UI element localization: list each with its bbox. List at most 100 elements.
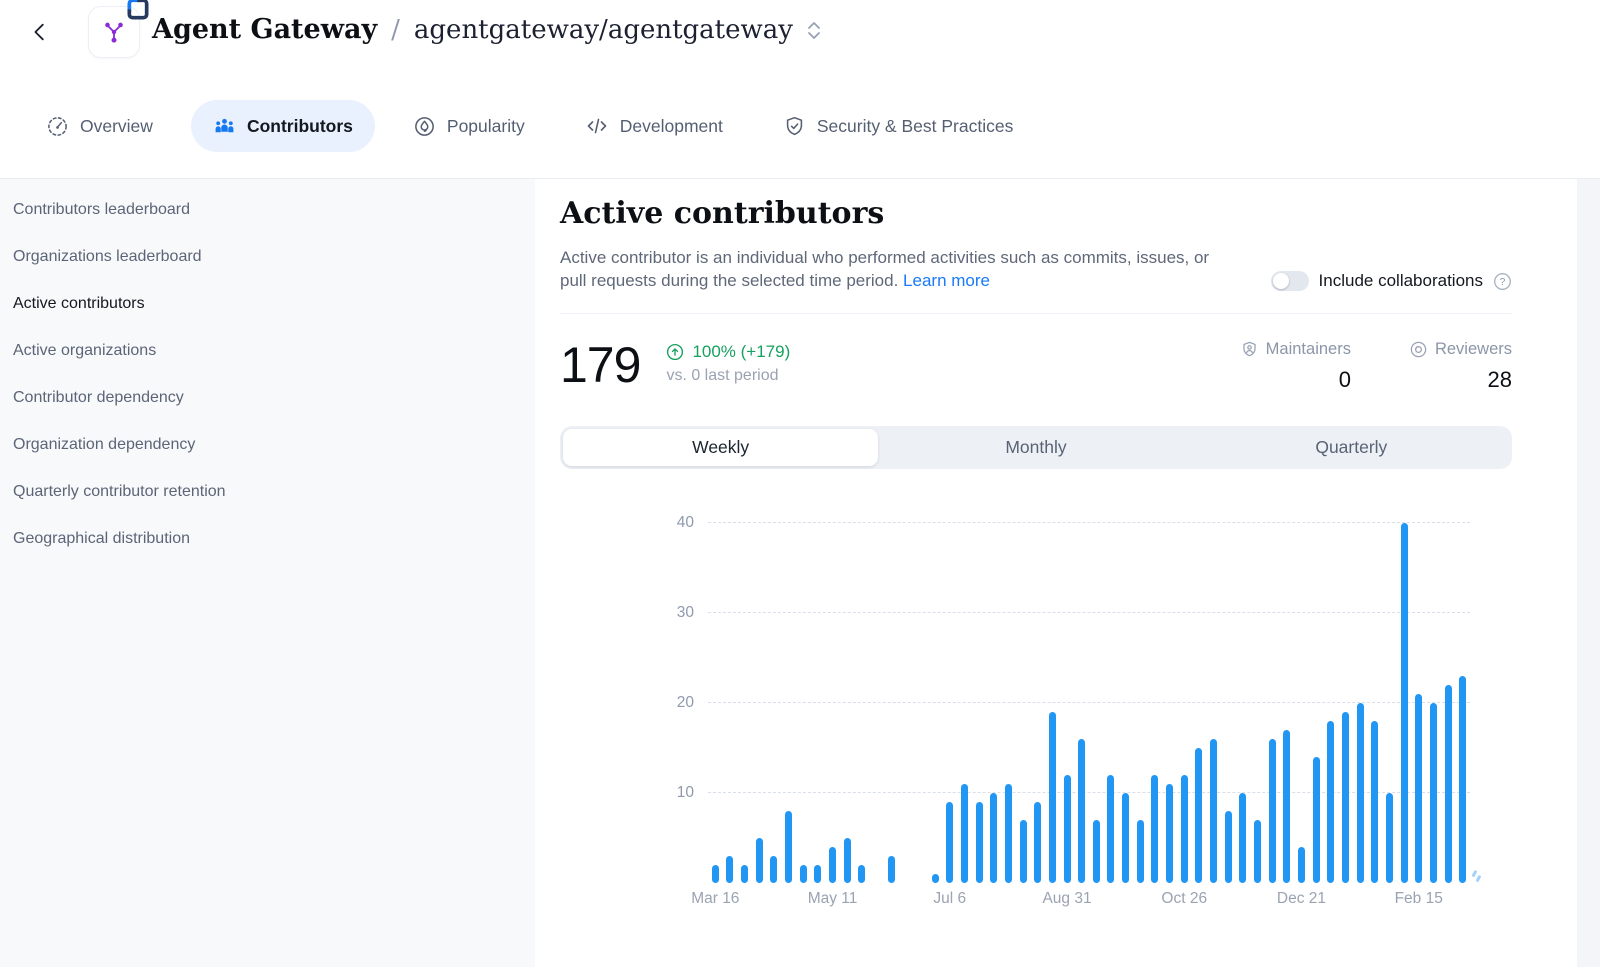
bar-week-46[interactable]: [1386, 793, 1393, 883]
sidebar-item-geographical-distribution[interactable]: Geographical distribution: [13, 530, 535, 548]
tab-development[interactable]: Development: [563, 100, 745, 152]
bar-week-31[interactable]: [1166, 784, 1173, 883]
bar-week-5[interactable]: [785, 811, 792, 883]
x-axis-tick: Mar 16: [691, 890, 739, 908]
bar-week-18[interactable]: [976, 802, 983, 883]
bar-week-4[interactable]: [770, 856, 777, 883]
sidebar-item-quarterly-contributor-retention[interactable]: Quarterly contributor retention: [13, 483, 535, 501]
repo-selector-button[interactable]: [807, 19, 821, 40]
bar-week-1[interactable]: [726, 856, 733, 883]
bar-week-23[interactable]: [1049, 712, 1056, 883]
bar-week-25[interactable]: [1078, 739, 1085, 883]
bar-week-42[interactable]: [1327, 721, 1334, 883]
scrollbar-gutter: [1577, 179, 1600, 967]
sidebar: Contributors leaderboard Organizations l…: [0, 179, 535, 967]
bar-week-33[interactable]: [1195, 748, 1202, 883]
expand-square-icon: [125, 0, 151, 27]
bar-week-40[interactable]: [1298, 847, 1305, 883]
y-axis-tick: 30: [677, 604, 694, 622]
bar-week-3[interactable]: [756, 838, 763, 883]
main-panel: Active contributors Active contributor i…: [535, 179, 1600, 967]
period-tab-monthly[interactable]: Monthly: [878, 429, 1193, 466]
tab-contributors[interactable]: Contributors: [191, 100, 375, 152]
bar-week-8[interactable]: [829, 847, 836, 883]
bar-week-22[interactable]: [1034, 802, 1041, 883]
period-tab-quarterly[interactable]: Quarterly: [1194, 429, 1509, 466]
x-axis-tick: Dec 21: [1277, 890, 1326, 908]
sidebar-item-active-organizations[interactable]: Active organizations: [13, 342, 535, 360]
bar-week-20[interactable]: [1005, 784, 1012, 883]
reviewers-value: 28: [1488, 367, 1512, 393]
gridline-40: 40: [708, 522, 1470, 523]
bar-week-44[interactable]: [1357, 703, 1364, 883]
sidebar-item-organizations-leaderboard[interactable]: Organizations leaderboard: [13, 248, 535, 266]
bar-week-38[interactable]: [1269, 739, 1276, 883]
bar-week-45[interactable]: [1371, 721, 1378, 883]
sidebar-item-contributors-leaderboard[interactable]: Contributors leaderboard: [13, 201, 535, 219]
bar-week-29[interactable]: [1137, 820, 1144, 883]
y-axis-tick: 10: [677, 784, 694, 802]
tab-popularity[interactable]: Popularity: [391, 100, 547, 152]
breadcrumb-separator: /: [391, 15, 400, 45]
tab-overview[interactable]: Overview: [24, 100, 175, 152]
bar-week-26[interactable]: [1093, 820, 1100, 883]
gridline-10: 10: [708, 792, 1470, 793]
repo-name: agentgateway/agentgateway: [414, 15, 793, 45]
toggle-knob: [1273, 273, 1289, 289]
help-icon[interactable]: ?: [1493, 272, 1512, 291]
bar-week-34[interactable]: [1210, 739, 1217, 883]
tab-label: Development: [620, 116, 723, 137]
sidebar-item-contributor-dependency[interactable]: Contributor dependency: [13, 389, 535, 407]
bar-week-19[interactable]: [990, 793, 997, 883]
learn-more-link[interactable]: Learn more: [903, 271, 990, 290]
tab-label: Overview: [80, 116, 153, 137]
include-collaborations-toggle[interactable]: [1271, 271, 1309, 291]
product-title: Agent Gateway: [152, 14, 377, 45]
bar-week-48[interactable]: [1415, 694, 1422, 883]
bar-week-15[interactable]: [932, 874, 939, 883]
chevron-left-icon: [29, 21, 51, 43]
bar-week-50[interactable]: [1445, 685, 1452, 883]
bar-week-36[interactable]: [1239, 793, 1246, 883]
x-axis-tick: Oct 26: [1161, 890, 1207, 908]
gridline-30: 30: [708, 612, 1470, 613]
sidebar-item-organization-dependency[interactable]: Organization dependency: [13, 436, 535, 454]
tab-label: Popularity: [447, 116, 525, 137]
bar-week-10[interactable]: [858, 865, 865, 883]
active-contributors-chart: 10203040Mar 16May 11Jul 6Aug 31Oct 26Dec…: [560, 495, 1512, 905]
bar-week-30[interactable]: [1151, 775, 1158, 883]
bar-week-37[interactable]: [1254, 820, 1261, 883]
bar-week-43[interactable]: [1342, 712, 1349, 883]
include-collaborations-row: Include collaborations ?: [1271, 271, 1512, 291]
back-button[interactable]: [26, 18, 54, 46]
tab-security[interactable]: Security & Best Practices: [761, 100, 1035, 152]
bar-week-32[interactable]: [1181, 775, 1188, 883]
bar-week-2[interactable]: [741, 865, 748, 883]
x-axis-tick: Jul 6: [933, 890, 966, 908]
bar-week-51[interactable]: [1459, 676, 1466, 883]
maintainer-shield-icon: [1240, 340, 1259, 359]
bar-week-35[interactable]: [1225, 811, 1232, 883]
bar-week-24[interactable]: [1064, 775, 1071, 883]
bar-week-6[interactable]: [800, 865, 807, 883]
bar-week-47[interactable]: [1401, 523, 1408, 883]
bar-week-16[interactable]: [946, 802, 953, 883]
bar-week-49[interactable]: [1430, 703, 1437, 883]
bar-week-41[interactable]: [1313, 757, 1320, 883]
bar-week-39[interactable]: [1283, 730, 1290, 883]
bar-week-21[interactable]: [1020, 820, 1027, 883]
arrow-up-circle-icon: [666, 343, 684, 361]
reviewers-stat: Reviewers 28: [1409, 340, 1512, 393]
delta-value: 100% (+179): [692, 342, 790, 362]
bar-week-27[interactable]: [1107, 775, 1114, 883]
sidebar-item-active-contributors[interactable]: Active contributors: [13, 295, 535, 313]
bar-week-0[interactable]: [712, 865, 719, 883]
breadcrumb: Agent Gateway / agentgateway/agentgatewa…: [152, 14, 821, 45]
bar-week-17[interactable]: [961, 784, 968, 883]
period-tab-weekly[interactable]: Weekly: [563, 429, 878, 466]
bar-week-12[interactable]: [888, 856, 895, 883]
bar-week-7[interactable]: [814, 865, 821, 883]
bar-week-9[interactable]: [844, 838, 851, 883]
flame-icon: [413, 115, 436, 138]
bar-week-28[interactable]: [1122, 793, 1129, 883]
